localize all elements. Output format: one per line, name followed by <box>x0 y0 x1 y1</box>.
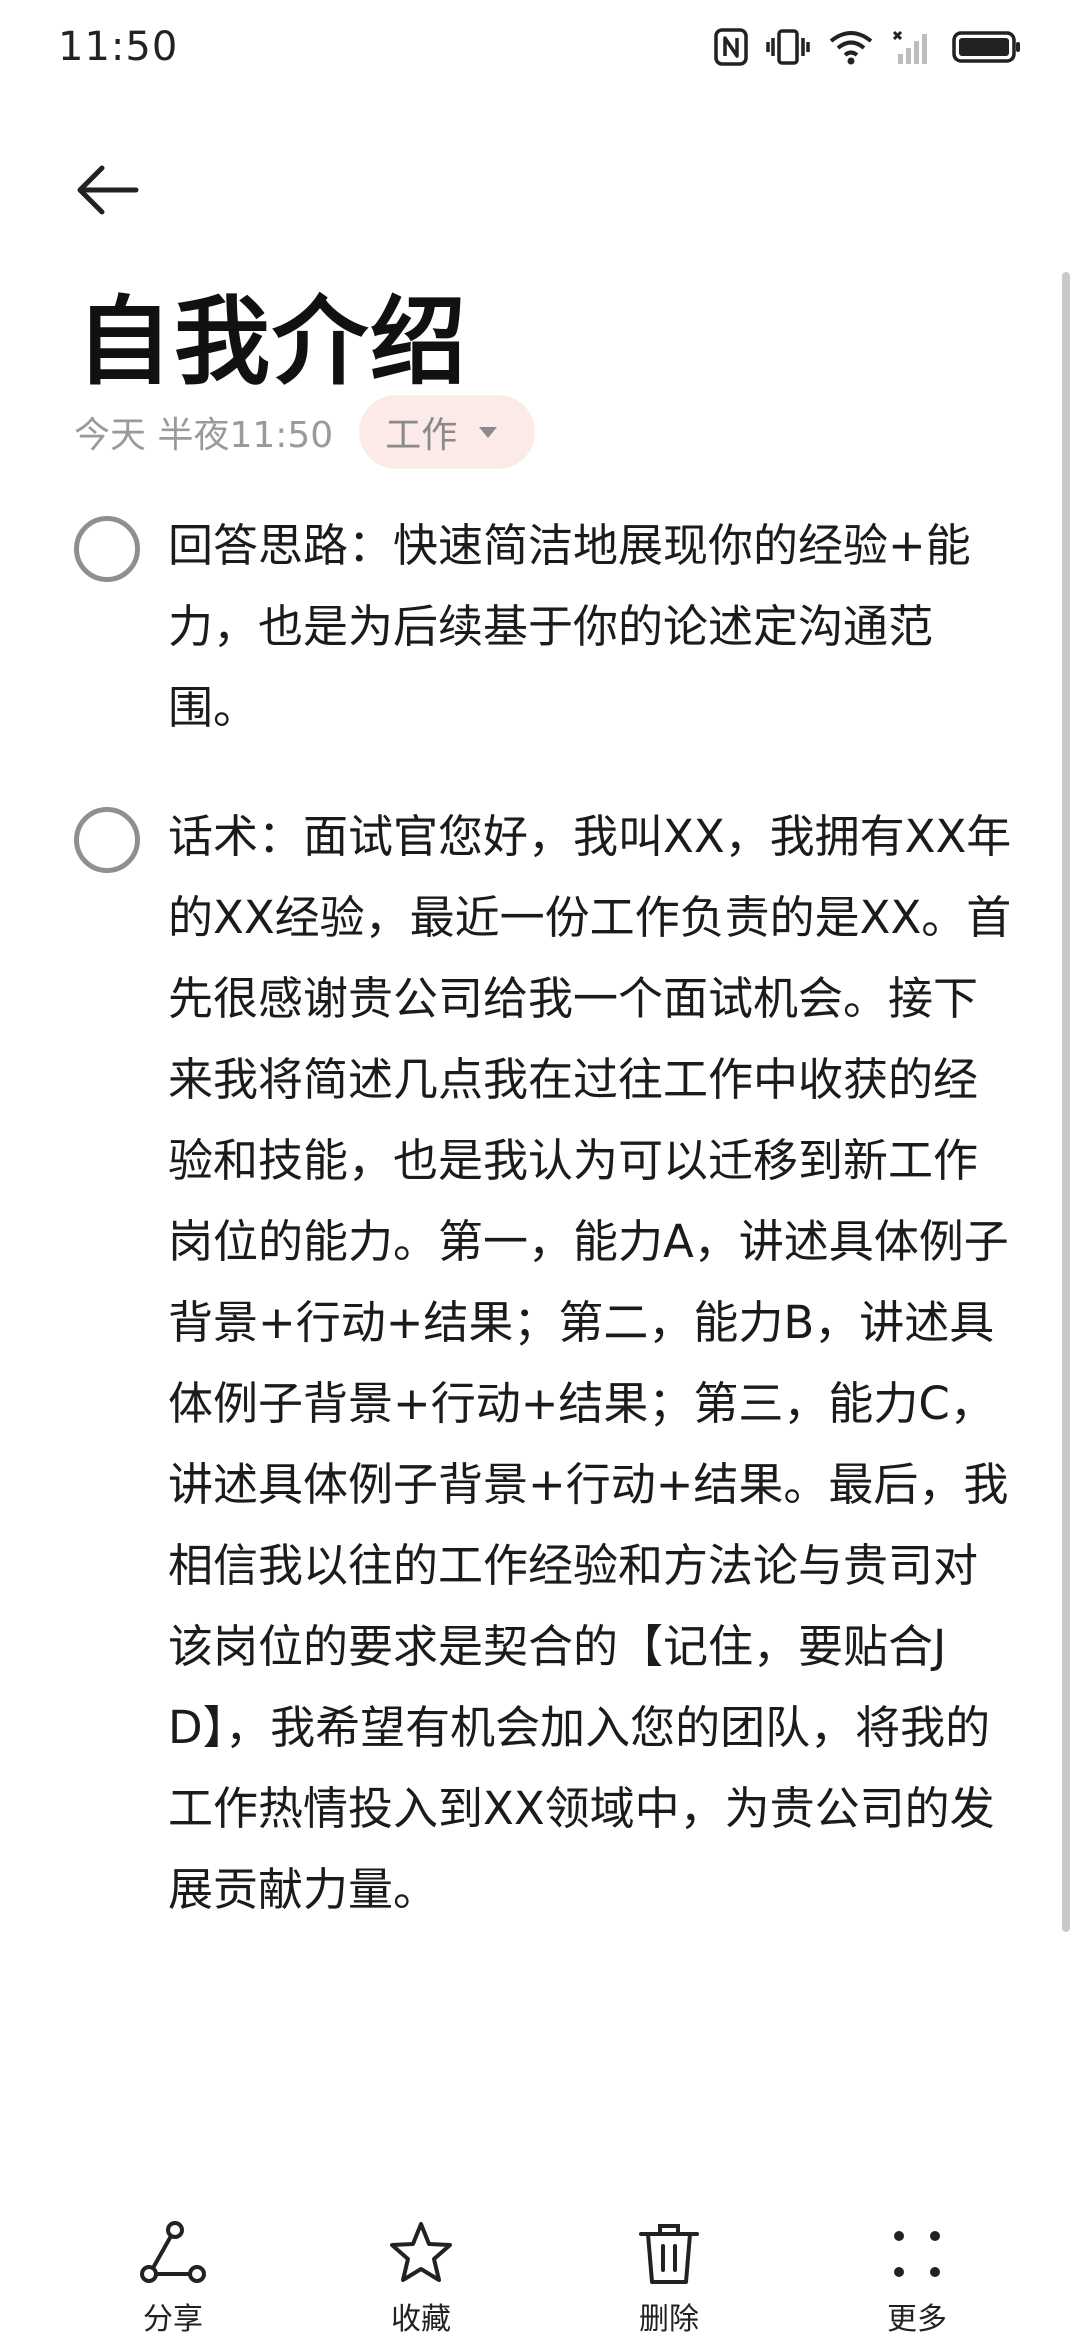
dropdown-triangle-icon <box>479 427 498 438</box>
more-button[interactable]: 更多 <box>832 2218 1002 2338</box>
vibrate-icon <box>766 28 810 66</box>
wifi-icon <box>828 28 874 66</box>
note-title[interactable]: 自我介绍 <box>76 264 468 403</box>
more-label: 更多 <box>887 2302 947 2337</box>
nfc-icon <box>714 28 748 66</box>
more-dots-icon <box>881 2218 953 2290</box>
star-icon <box>385 2218 457 2290</box>
note-date: 今天 半夜11:50 <box>74 415 334 456</box>
status-bar: 11:50 <box>0 0 1080 100</box>
checkbox[interactable] <box>74 516 140 582</box>
delete-label: 删除 <box>639 2302 699 2337</box>
category-dropdown[interactable]: 工作 <box>359 395 536 469</box>
checklist-item-text[interactable]: 回答思路：快速简洁地展现你的经验+能力，也是为后续基于你的论述定沟通范围。 <box>168 505 1014 748</box>
checklist-item-text[interactable]: 话术：面试官您好，我叫XX，我拥有XX年的XX经验，最近一份工作负责的是XX。首… <box>168 796 1014 1930</box>
favorite-label: 收藏 <box>391 2302 451 2337</box>
bottom-toolbar: 分享 收藏 删除 更多 <box>0 2200 1080 2340</box>
share-label: 分享 <box>143 2302 203 2337</box>
checklist-item: 回答思路：快速简洁地展现你的经验+能力，也是为后续基于你的论述定沟通范围。 <box>74 505 1014 748</box>
checklist: 回答思路：快速简洁地展现你的经验+能力，也是为后续基于你的论述定沟通范围。 话术… <box>74 505 1014 1978</box>
back-button[interactable] <box>68 150 148 230</box>
scrollbar[interactable] <box>1062 272 1070 1932</box>
favorite-button[interactable]: 收藏 <box>336 2218 506 2338</box>
note-detail-screen: 11:50 自我介绍 今天 半夜11:50 工作 回答思路：快速简洁地展现你的经… <box>0 0 1080 2340</box>
trash-icon <box>633 2218 705 2290</box>
status-time: 11:50 <box>58 24 179 70</box>
checklist-item: 话术：面试官您好，我叫XX，我拥有XX年的XX经验，最近一份工作负责的是XX。首… <box>74 796 1014 1930</box>
share-button[interactable]: 分享 <box>88 2218 258 2338</box>
battery-icon <box>952 28 1022 66</box>
checkbox[interactable] <box>74 807 140 873</box>
status-icons <box>714 28 1022 66</box>
note-meta: 今天 半夜11:50 工作 <box>74 395 536 469</box>
category-label: 工作 <box>385 415 458 456</box>
share-icon <box>137 2218 209 2290</box>
delete-button[interactable]: 删除 <box>584 2218 754 2338</box>
signal-icon <box>892 28 934 66</box>
back-arrow-icon <box>77 165 139 215</box>
